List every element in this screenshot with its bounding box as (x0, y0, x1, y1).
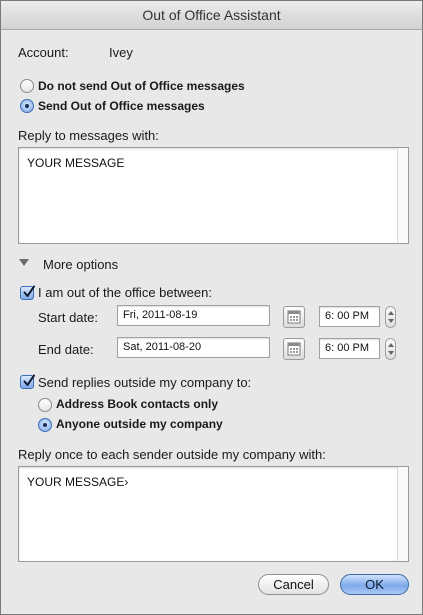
calendar-icon (287, 342, 301, 356)
end-time-down-icon[interactable] (388, 351, 394, 355)
more-options-label[interactable]: More options (43, 257, 118, 272)
do-not-send-label[interactable]: Do not send Out of Office messages (38, 79, 245, 93)
start-date-label: Start date: (38, 310, 98, 325)
outside-reply-label: Reply once to each sender outside my com… (18, 447, 326, 462)
checkmark-icon (23, 374, 35, 386)
calendar-icon (287, 310, 301, 324)
cancel-button[interactable]: Cancel (258, 574, 329, 595)
start-time-up-icon[interactable] (388, 311, 394, 315)
start-time-stepper[interactable] (385, 306, 396, 328)
account-label: Account: (18, 45, 69, 60)
address-book-label[interactable]: Address Book contacts only (56, 397, 218, 411)
end-date-label: End date: (38, 342, 94, 357)
reply-message-textarea[interactable]: YOUR MESSAGE (18, 147, 409, 244)
outside-reply-textarea[interactable]: YOUR MESSAGE› (18, 466, 409, 562)
start-calendar-button[interactable] (283, 306, 305, 328)
out-of-office-dialog: Out of Office Assistant Account: Ivey Do… (0, 0, 423, 615)
reply-label: Reply to messages with: (18, 128, 159, 143)
send-outside-checkbox[interactable] (20, 374, 35, 389)
outside-reply-scrollbar[interactable] (397, 467, 408, 561)
outside-reply-text: YOUR MESSAGE› (27, 475, 129, 489)
address-book-radio[interactable] (38, 398, 52, 412)
anyone-outside-label[interactable]: Anyone outside my company (56, 417, 223, 431)
ok-button[interactable]: OK (340, 574, 409, 595)
out-of-office-label[interactable]: I am out of the office between: (38, 285, 212, 300)
start-date-field[interactable]: Fri, 2011-08-19 (117, 305, 270, 326)
send-outside-label[interactable]: Send replies outside my company to: (38, 375, 251, 390)
send-out-of-office-label[interactable]: Send Out of Office messages (38, 99, 205, 113)
send-out-of-office-radio[interactable] (20, 99, 34, 113)
disclosure-triangle-icon[interactable] (19, 259, 29, 266)
start-time-field[interactable]: 6: 00 PM (319, 306, 380, 327)
anyone-outside-radio[interactable] (38, 418, 52, 432)
reply-scrollbar[interactable] (397, 148, 408, 243)
end-calendar-button[interactable] (283, 338, 305, 360)
account-value: Ivey (109, 45, 133, 60)
end-time-field[interactable]: 6: 00 PM (319, 338, 380, 359)
end-time-stepper[interactable] (385, 338, 396, 360)
end-time-up-icon[interactable] (388, 343, 394, 347)
window-title: Out of Office Assistant (1, 1, 422, 30)
start-time-down-icon[interactable] (388, 319, 394, 323)
reply-message-text: YOUR MESSAGE (27, 156, 125, 170)
checkmark-icon (23, 285, 35, 297)
out-of-office-checkbox[interactable] (20, 285, 35, 300)
do-not-send-radio[interactable] (20, 79, 34, 93)
end-date-field[interactable]: Sat, 2011-08-20 (117, 337, 270, 358)
